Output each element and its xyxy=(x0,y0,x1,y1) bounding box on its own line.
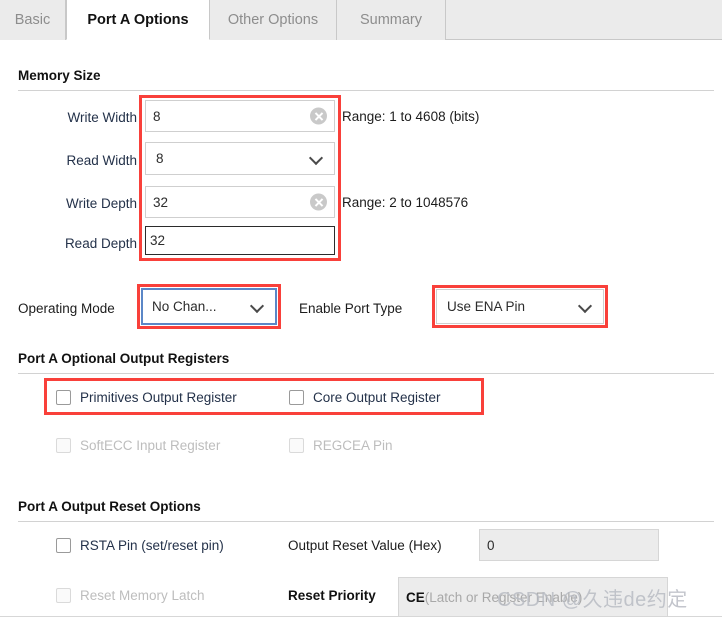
operating-mode-label: Operating Mode xyxy=(18,301,115,316)
checkbox-icon xyxy=(289,438,304,453)
tab-summary-label: Summary xyxy=(359,12,423,28)
checkbox-regcea-pin-label: REGCEA Pin xyxy=(313,438,393,453)
checkbox-rsta-pin[interactable]: RSTA Pin (set/reset pin) xyxy=(56,538,224,553)
checkbox-icon[interactable] xyxy=(56,390,71,405)
tab-basic-label: Basic xyxy=(14,12,51,28)
read-width-label: Read Width xyxy=(66,153,137,168)
tab-other-options-label: Other Options xyxy=(227,12,319,28)
chevron-down-icon xyxy=(252,301,263,312)
tab-summary[interactable]: Summary xyxy=(337,0,446,40)
write-width-range-hint: Range: 1 to 4608 (bits) xyxy=(342,109,480,124)
read-depth-label: Read Depth xyxy=(64,236,137,251)
enable-port-type-label: Enable Port Type xyxy=(299,301,403,316)
enable-port-type-value: Use ENA Pin xyxy=(447,299,526,314)
checkbox-reset-memory-latch: Reset Memory Latch xyxy=(56,588,205,603)
checkbox-core-output-register[interactable]: Core Output Register xyxy=(289,390,441,405)
memory-size-section-title: Memory Size xyxy=(18,68,101,83)
operating-mode-select[interactable]: No Chan... xyxy=(141,288,277,325)
checkbox-icon[interactable] xyxy=(289,390,304,405)
write-depth-label: Write Depth xyxy=(65,196,137,211)
tab-other-options[interactable]: Other Options xyxy=(210,0,337,40)
read-depth-value: 32 xyxy=(150,233,166,248)
output-reset-options-section-title: Port A Output Reset Options xyxy=(18,499,201,514)
chevron-down-icon xyxy=(311,153,322,164)
checkbox-regcea-pin: REGCEA Pin xyxy=(289,438,393,453)
checkbox-softecc-input-register-label: SoftECC Input Register xyxy=(80,438,221,453)
output-reset-value-label: Output Reset Value (Hex) xyxy=(288,538,442,553)
output-reset-options-divider xyxy=(18,521,714,522)
reset-priority-label: Reset Priority xyxy=(288,588,376,603)
checkbox-core-output-register-label: Core Output Register xyxy=(313,390,441,405)
reset-priority-select[interactable]: CE (Latch or Register Enable) xyxy=(398,577,668,617)
checkbox-softecc-input-register: SoftECC Input Register xyxy=(56,438,220,453)
reset-priority-value-code: CE xyxy=(406,589,425,605)
checkbox-icon xyxy=(56,438,71,453)
write-width-input[interactable]: 8 xyxy=(145,100,335,132)
chevron-down-icon xyxy=(580,301,591,312)
memory-size-divider xyxy=(18,90,714,91)
tab-port-a-options[interactable]: Port A Options xyxy=(66,0,210,40)
checkbox-primitives-output-register-label: Primitives Output Register xyxy=(80,390,237,405)
tab-port-a-options-label: Port A Options xyxy=(87,11,189,28)
enable-port-type-select[interactable]: Use ENA Pin xyxy=(436,289,604,324)
output-reset-value: 0 xyxy=(487,537,495,553)
write-depth-input[interactable]: 32 xyxy=(145,186,335,218)
write-depth-value: 32 xyxy=(153,194,169,210)
write-depth-range-hint: Range: 2 to 1048576 xyxy=(342,195,469,210)
tab-bar: Basic Port A Options Other Options Summa… xyxy=(0,0,722,40)
reset-priority-value-description: (Latch or Register Enable) xyxy=(424,589,583,605)
port-a-options-panel: Memory Size Write Width 8 Range: 1 to 46… xyxy=(0,40,722,617)
write-depth-clear-icon[interactable] xyxy=(310,193,327,211)
read-width-select[interactable]: 8 xyxy=(145,142,335,175)
tab-basic[interactable]: Basic xyxy=(0,0,66,40)
write-width-clear-icon[interactable] xyxy=(310,107,327,125)
operating-mode-value: No Chan... xyxy=(152,299,217,314)
optional-output-registers-divider xyxy=(18,373,714,374)
checkbox-icon[interactable] xyxy=(56,538,71,553)
output-reset-value-input[interactable]: 0 xyxy=(479,529,659,561)
write-width-label: Write Width xyxy=(67,110,137,125)
write-width-value: 8 xyxy=(153,108,161,124)
checkbox-primitives-output-register[interactable]: Primitives Output Register xyxy=(56,390,237,405)
checkbox-rsta-pin-label: RSTA Pin (set/reset pin) xyxy=(80,538,224,553)
read-depth-input[interactable]: 32 xyxy=(145,226,335,255)
checkbox-reset-memory-latch-label: Reset Memory Latch xyxy=(80,588,205,603)
optional-output-registers-section-title: Port A Optional Output Registers xyxy=(18,351,230,366)
checkbox-icon xyxy=(56,588,71,603)
read-width-value: 8 xyxy=(156,151,164,166)
